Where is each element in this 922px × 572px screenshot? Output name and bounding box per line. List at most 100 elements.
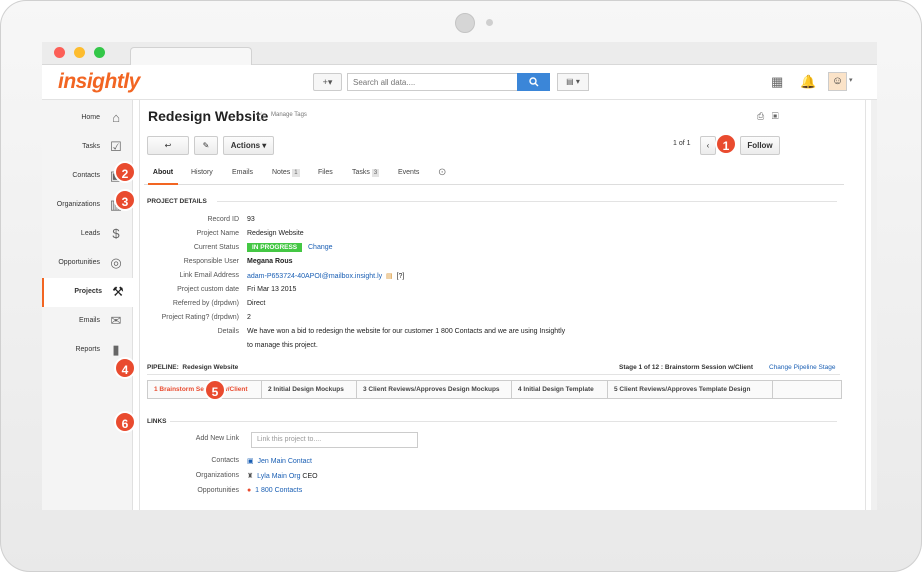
tab-label: History [191, 169, 213, 176]
count-badge: 3 [371, 169, 380, 177]
back-button[interactable]: ↩ [147, 136, 189, 155]
sidebar-item-leads[interactable]: Leads $ [42, 220, 132, 249]
section-heading-links: LINKS [147, 418, 167, 425]
sidebar-item-home[interactable]: Home ⌂ [42, 104, 132, 133]
tab-label: About [152, 169, 174, 176]
organization-icon: ♜ [247, 473, 254, 480]
help-link[interactable]: [?] [397, 273, 405, 280]
change-status-link[interactable]: Change [308, 244, 333, 251]
detail-key: Organizations [195, 472, 239, 479]
reports-icon: ▮ [112, 342, 120, 357]
sidebar-item-label: Home [81, 114, 100, 121]
change-pipeline-stage-link[interactable]: Change Pipeline Stage [769, 364, 836, 371]
opportunity-icon: ● [247, 487, 252, 494]
app-topbar: insightly +▾ ▤ ▾ ▦ 🔔 ☺ ▾ [42, 65, 877, 100]
sidebar-item-label: Emails [78, 317, 100, 324]
sidebar-item-opportunities[interactable]: Opportunities ◎ [42, 249, 132, 278]
link-role: CEO [300, 473, 318, 480]
tab-notes[interactable]: Notes 1 [272, 162, 300, 184]
callout-marker: 3 [114, 189, 136, 211]
record-pager: 1 of 1 [673, 140, 691, 147]
tab-emails[interactable]: Emails [232, 162, 253, 184]
copy-icon[interactable]: ▤ [386, 273, 393, 280]
sidebar-item-tasks[interactable]: Tasks ☑ [42, 133, 132, 162]
record-panel: Redesign Website ☆ Manage Tags ⎙ ▣ ↩ ✎ A… [139, 100, 866, 510]
section-heading-details: PROJECT DETAILS [147, 198, 207, 205]
pipeline-stage-text: Stage 1 of 12 : Brainstorm Session w/Cli… [619, 364, 754, 371]
tab-about[interactable]: About [148, 162, 178, 185]
detail-row: Referred by (drpdwn) Direct [140, 300, 840, 314]
edit-button[interactable]: ✎ [194, 136, 218, 155]
opportunities-icon: ◎ [110, 255, 122, 270]
detail-value: Direct [247, 300, 266, 307]
divider [217, 201, 837, 202]
actions-dropdown[interactable]: Actions ▾ [223, 136, 274, 155]
star-icon[interactable]: ☆ [256, 109, 267, 123]
browser-chrome [42, 42, 877, 65]
detail-row: Record ID 93 [140, 216, 840, 230]
linked-opportunity[interactable]: 1 800 Contacts [255, 487, 302, 494]
tab-history[interactable]: History [191, 162, 213, 184]
sidebar-item-label: Contacts [72, 172, 100, 179]
detail-value: We have won a bid to redesign the websit… [247, 328, 566, 335]
emails-icon: ✉ [110, 313, 122, 328]
sensor-dot [486, 19, 493, 26]
minimize-window-button[interactable] [74, 47, 85, 58]
pipeline-stage[interactable]: 3 Client Reviews/Approves Design Mockups [357, 381, 511, 398]
insightly-logo[interactable]: insightly [58, 70, 140, 94]
page-title: Redesign Website [148, 108, 269, 124]
detail-value: Fri Mar 13 2015 [247, 286, 297, 293]
view-options-button[interactable]: ▤ ▾ [557, 73, 589, 91]
pipeline-stage[interactable]: 4 Initial Design Template [512, 381, 607, 398]
tab-label: Files [318, 169, 333, 176]
tab-label: Emails [232, 169, 254, 176]
tab-more[interactable]: ⊙ [438, 162, 446, 184]
notification-bell-icon[interactable]: 🔔 [800, 74, 816, 90]
divider [170, 421, 837, 422]
browser-tab[interactable] [130, 47, 252, 65]
add-link-input[interactable]: Link this project to.... [251, 432, 418, 448]
link-row: Add New Link [140, 435, 840, 449]
tab-label: Notes [272, 169, 291, 176]
sidebar-item-projects[interactable]: Projects ⚒ [42, 278, 134, 307]
export-icon[interactable]: ▣ [772, 111, 779, 121]
tab-tasks[interactable]: Tasks 3 [352, 162, 380, 184]
pipeline-stage[interactable]: 2 Initial Design Mockups [262, 381, 356, 398]
detail-key: Link Email Address [179, 272, 239, 279]
linked-contact[interactable]: Jen Main Contact [258, 458, 312, 465]
maximize-window-button[interactable] [94, 47, 105, 58]
prev-record-button[interactable]: ‹ [700, 136, 716, 155]
follow-button[interactable]: Follow [740, 136, 780, 155]
chevron-down-icon[interactable]: ▾ [849, 76, 853, 84]
quick-add-button[interactable]: +▾ [313, 73, 342, 91]
record-tabs: About History Emails Notes 1 Files Tasks 3… [144, 162, 844, 185]
print-icon[interactable]: ⎙ [757, 111, 764, 121]
linked-organization[interactable]: Lyla Main Org [257, 473, 300, 480]
sidebar-item-label: Reports [75, 346, 100, 353]
link-row: Contacts ▣ Jen Main Contact [140, 457, 840, 471]
detail-value: Redesign Website [247, 230, 304, 237]
tab-events[interactable]: Events [398, 162, 419, 184]
callout-marker: 2 [114, 161, 136, 183]
tab-files[interactable]: Files [318, 162, 333, 184]
callout-marker: 5 [204, 379, 226, 401]
detail-key: Project custom date [177, 286, 239, 293]
search-button[interactable] [517, 73, 550, 91]
detail-key: Current Status [193, 244, 239, 251]
pipeline-stage-bar: 1 Brainstorm Session w/Client 2 Initial … [147, 380, 842, 399]
screen: insightly +▾ ▤ ▾ ▦ 🔔 ☺ ▾ Home ⌂ Tasks ☑ … [42, 42, 877, 510]
search-input[interactable] [347, 73, 523, 91]
pipeline-stage[interactable]: 5 Client Reviews/Approves Template Desig… [608, 381, 772, 398]
sidebar-item-emails[interactable]: Emails ✉ [42, 307, 132, 336]
detail-row: Current Status IN PROGRESS Change [140, 243, 840, 258]
sidebar-item-label: Tasks [82, 143, 100, 150]
camera-icon [455, 13, 475, 33]
calendar-icon[interactable]: ▦ [771, 74, 783, 90]
detail-row: Responsible User Megana Rous [140, 258, 840, 272]
user-avatar[interactable]: ☺ [828, 72, 847, 91]
link-email-address[interactable]: adam-P653724-40APOI@mailbox.insight.ly [247, 273, 382, 280]
home-icon: ⌂ [112, 110, 120, 125]
close-window-button[interactable] [54, 47, 65, 58]
scrollbar[interactable] [871, 100, 877, 510]
manage-tags-link[interactable]: Manage Tags [271, 112, 307, 118]
